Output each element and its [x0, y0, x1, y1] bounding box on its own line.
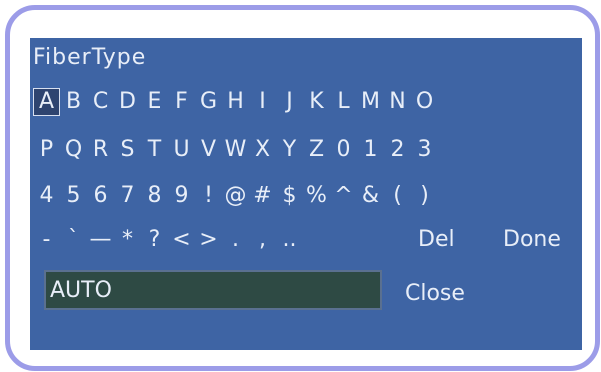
key-button[interactable]: !	[195, 182, 222, 210]
key-button[interactable]: *	[114, 226, 141, 254]
key-button[interactable]: 5	[60, 182, 87, 210]
key-button[interactable]: ?	[141, 226, 168, 254]
key-button[interactable]: 2	[384, 136, 411, 164]
key-button[interactable]: D	[114, 88, 141, 116]
key-button[interactable]: `	[60, 226, 87, 254]
key-button[interactable]: F	[168, 88, 195, 116]
key-button[interactable]: >	[195, 226, 222, 254]
key-button[interactable]: 9	[168, 182, 195, 210]
key-row-2: PQRSTUVWXYZ0123	[33, 136, 438, 164]
key-button[interactable]: W	[222, 136, 249, 164]
key-button[interactable]: 0	[330, 136, 357, 164]
key-button[interactable]: ,	[249, 226, 276, 254]
done-button[interactable]: Done	[503, 226, 561, 254]
key-button[interactable]: G	[195, 88, 222, 116]
key-button[interactable]: R	[87, 136, 114, 164]
key-button[interactable]: L	[330, 88, 357, 116]
key-button[interactable]: S	[114, 136, 141, 164]
key-button[interactable]: Y	[276, 136, 303, 164]
key-button[interactable]: 6	[87, 182, 114, 210]
key-button[interactable]: 4	[33, 182, 60, 210]
key-button[interactable]: -	[33, 226, 60, 254]
key-button[interactable]: ^	[330, 182, 357, 210]
key-button[interactable]: M	[357, 88, 384, 116]
key-button[interactable]: 7	[114, 182, 141, 210]
del-button[interactable]: Del	[418, 226, 455, 254]
key-button[interactable]: Z	[303, 136, 330, 164]
key-button[interactable]: .	[222, 226, 249, 254]
dialog-title: FiberType	[33, 45, 147, 70]
key-button[interactable]: H	[222, 88, 249, 116]
key-button[interactable]: E	[141, 88, 168, 116]
key-button[interactable]: T	[141, 136, 168, 164]
key-button[interactable]: %	[303, 182, 330, 210]
key-button[interactable]: V	[195, 136, 222, 164]
key-button[interactable]: #	[249, 182, 276, 210]
key-button[interactable]: B	[60, 88, 87, 116]
key-button[interactable]: K	[303, 88, 330, 116]
key-button[interactable]: (	[384, 182, 411, 210]
key-button[interactable]: <	[168, 226, 195, 254]
key-button[interactable]: A	[33, 88, 60, 116]
key-button[interactable]: 3	[411, 136, 438, 164]
key-button[interactable]: C	[87, 88, 114, 116]
key-row-4: - ` — *? < >.,..	[33, 226, 303, 254]
key-button[interactable]: X	[249, 136, 276, 164]
key-button[interactable]: )	[411, 182, 438, 210]
key-button[interactable]: J	[276, 88, 303, 116]
key-button[interactable]: 8	[141, 182, 168, 210]
key-button[interactable]: N	[384, 88, 411, 116]
key-button[interactable]: ..	[276, 226, 303, 254]
key-button[interactable]: U	[168, 136, 195, 164]
key-button[interactable]: O	[411, 88, 438, 116]
key-button[interactable]: 1	[357, 136, 384, 164]
key-button[interactable]: @	[222, 182, 249, 210]
key-button[interactable]: Q	[60, 136, 87, 164]
key-button[interactable]: I	[249, 88, 276, 116]
fiber-type-input[interactable]	[44, 270, 382, 310]
key-button[interactable]: —	[87, 226, 114, 254]
key-button[interactable]: $	[276, 182, 303, 210]
key-row-3: 4 5 6 7 8 9! @ # $% ^ &()	[33, 182, 438, 210]
key-button[interactable]: &	[357, 182, 384, 210]
key-row-1: ABCDEFGHIJKLMNO	[33, 88, 438, 116]
key-button[interactable]: P	[33, 136, 60, 164]
close-button[interactable]: Close	[405, 280, 465, 308]
